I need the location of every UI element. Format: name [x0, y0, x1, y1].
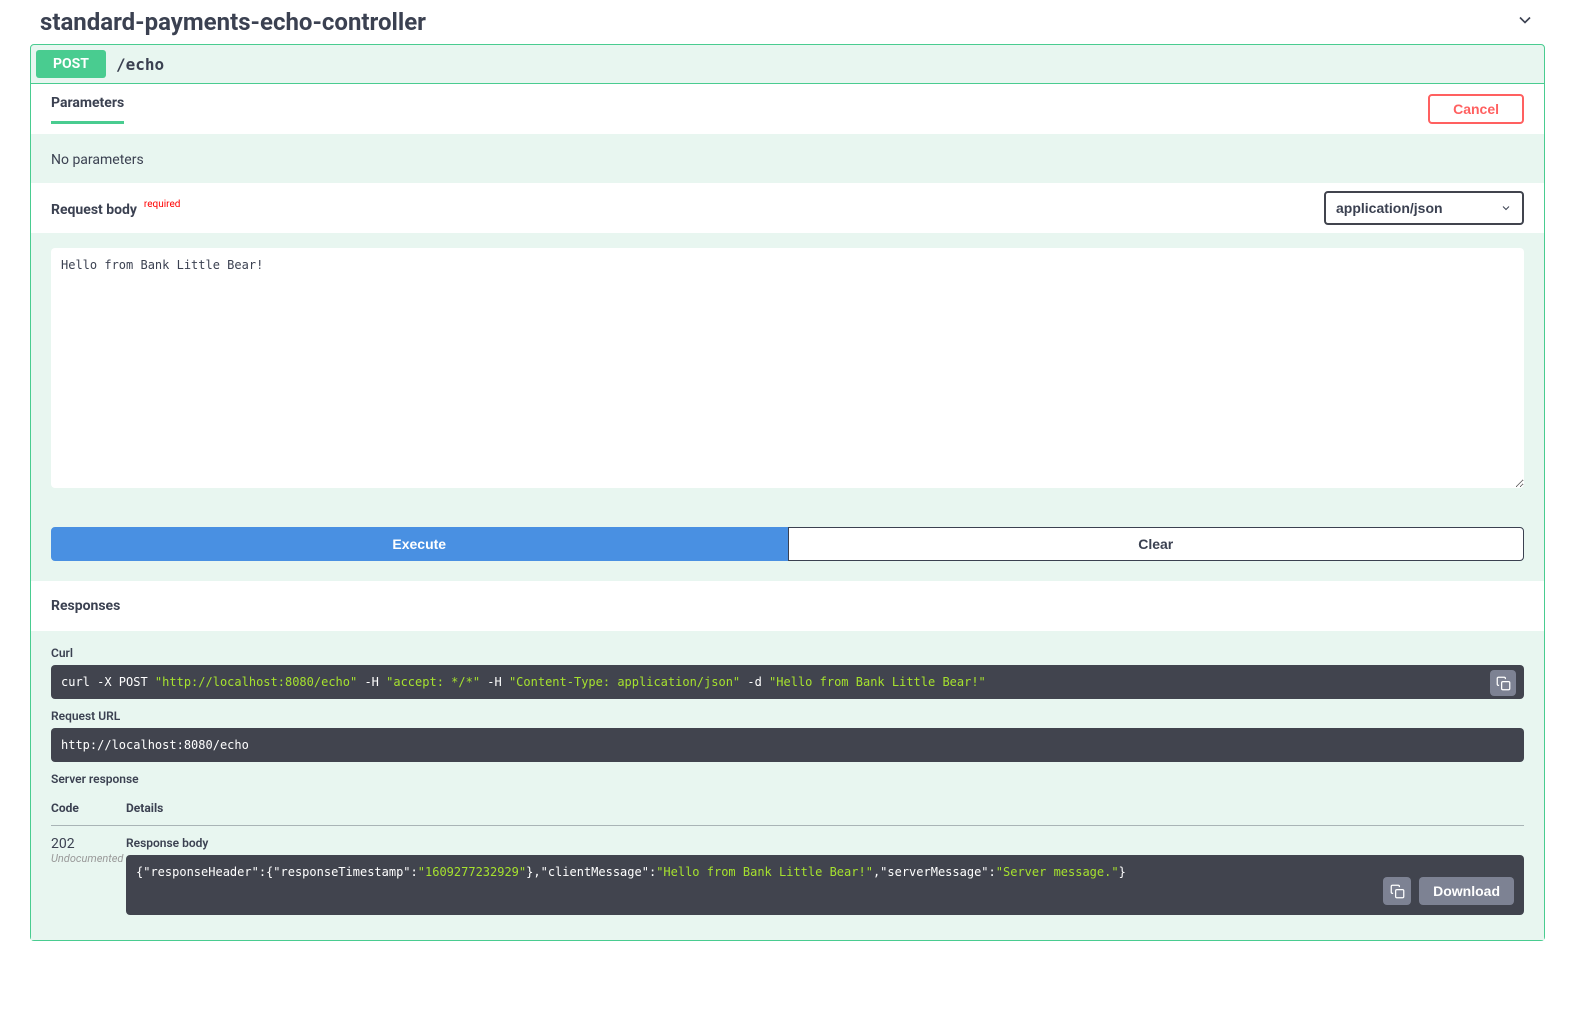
parameters-body: No parameters	[31, 134, 1544, 183]
responses-header: Responses	[31, 581, 1544, 631]
clipboard-icon	[1390, 884, 1405, 899]
endpoint-path: /echo	[116, 55, 164, 74]
rb-ts: "1609277232929"	[418, 865, 526, 879]
curl-url: "http://localhost:8080/echo"	[155, 675, 357, 689]
request-url-label: Request URL	[51, 709, 1524, 723]
rb-p4: }	[1119, 865, 1126, 879]
response-body-block: {"responseHeader":{"responseTimestamp":"…	[126, 855, 1524, 915]
rb-cm: "Hello from Bank Little Bear!"	[656, 865, 873, 879]
operation-block: POST /echo Parameters Cancel No paramete…	[30, 44, 1545, 941]
request-body-header: Request body required application/json	[31, 183, 1544, 233]
parameters-header: Parameters Cancel	[31, 84, 1544, 134]
curl-ct: "Content-Type: application/json"	[509, 675, 740, 689]
cancel-button[interactable]: Cancel	[1428, 94, 1524, 124]
clipboard-icon	[1496, 676, 1511, 691]
server-response-label: Server response	[51, 772, 1524, 786]
code-column-header: Code	[51, 791, 126, 826]
responses-body: Curl curl -X POST "http://localhost:8080…	[31, 631, 1544, 940]
curl-label: Curl	[51, 646, 1524, 660]
request-url-value: http://localhost:8080/echo	[61, 738, 249, 752]
curl-d: -d	[740, 675, 769, 689]
rb-p1: {"responseHeader":{"responseTimestamp":	[136, 865, 418, 879]
details-column-header: Details	[126, 791, 1524, 826]
request-body-label: Request body	[51, 202, 137, 218]
undocumented-label: Undocumented	[51, 852, 126, 865]
request-body-textarea[interactable]	[51, 248, 1524, 488]
responses-label: Responses	[51, 598, 120, 614]
method-badge: POST	[36, 50, 106, 78]
request-url-block: http://localhost:8080/echo	[51, 728, 1524, 762]
response-actions: Download	[1383, 877, 1514, 905]
section-title: standard-payments-echo-controller	[40, 8, 426, 36]
response-body-label: Response body	[126, 836, 1524, 850]
content-type-select[interactable]: application/json	[1324, 191, 1524, 225]
clear-button[interactable]: Clear	[788, 527, 1525, 561]
rb-p2: },"clientMessage":	[526, 865, 656, 879]
rb-sm: "Server message."	[996, 865, 1119, 879]
download-button[interactable]: Download	[1419, 877, 1514, 905]
required-label: required	[144, 199, 180, 210]
execute-button[interactable]: Execute	[51, 527, 788, 561]
section-header[interactable]: standard-payments-echo-controller	[20, 0, 1555, 44]
curl-h2: -H	[480, 675, 509, 689]
response-table: Code Details 202 Undocumented Response b…	[51, 791, 1524, 925]
parameters-tab[interactable]: Parameters	[51, 95, 124, 124]
button-row: Execute Clear	[31, 507, 1544, 581]
curl-block: curl -X POST "http://localhost:8080/echo…	[51, 665, 1524, 699]
response-code: 202	[51, 836, 126, 852]
rb-p3: ,"serverMessage":	[873, 865, 996, 879]
no-parameters-text: No parameters	[51, 152, 144, 168]
copy-response-button[interactable]	[1383, 877, 1411, 905]
request-body-wrapper	[31, 233, 1544, 507]
operation-summary[interactable]: POST /echo	[31, 45, 1544, 84]
curl-accept: "accept: */*"	[386, 675, 480, 689]
response-row: 202 Undocumented Response body {"respons…	[51, 826, 1524, 926]
chevron-down-icon	[1515, 10, 1535, 34]
curl-h1: -H	[357, 675, 386, 689]
curl-body: "Hello from Bank Little Bear!"	[769, 675, 986, 689]
curl-cmd: curl -X POST	[61, 675, 155, 689]
copy-curl-button[interactable]	[1490, 670, 1516, 696]
